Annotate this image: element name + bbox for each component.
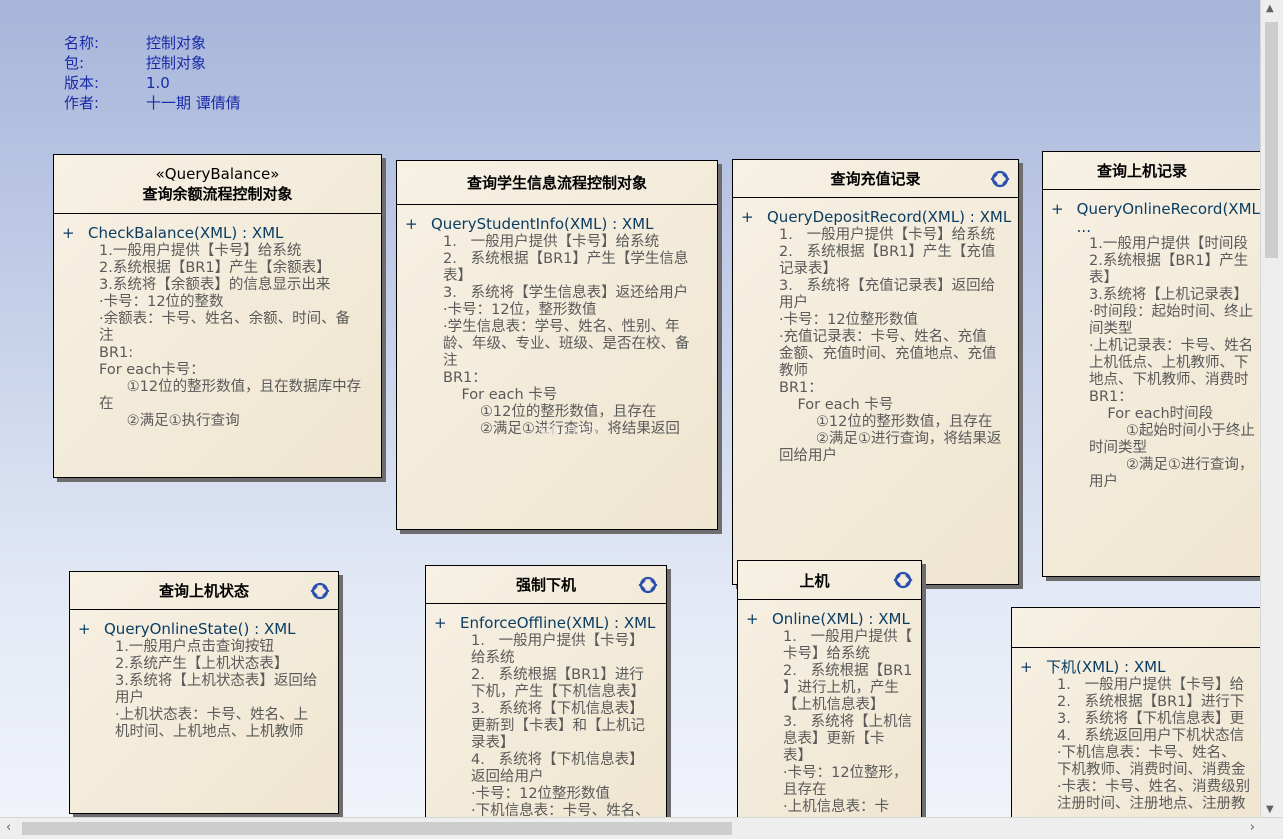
class-header: 查询充值记录: [733, 160, 1018, 198]
interface-icon: [638, 576, 658, 593]
operation-notes: 1. 一般用户提供【卡号】给系统 2. 系统根据【BR1】产生【学生信息 表】 …: [443, 233, 690, 437]
class-title: 查询学生信息流程控制对象: [466, 174, 647, 192]
visibility-marker: +: [1020, 658, 1033, 676]
visibility-marker: +: [741, 208, 754, 226]
operation[interactable]: + CheckBalance(XML) : XML: [62, 224, 381, 243]
class-query-online-record[interactable]: 查询上机记录 + QueryOnlineRecord(XML, ... 1.一般用…: [1042, 151, 1260, 577]
scroll-down-icon[interactable]: ▼: [1266, 804, 1274, 815]
operation[interactable]: + EnforceOffline(XML) : XML: [434, 614, 666, 633]
class-header: 查询上机状态: [70, 572, 338, 610]
operation[interactable]: + QueryOnlineRecord(XML, ...: [1051, 200, 1260, 236]
class-title: 查询上机状态: [158, 582, 249, 600]
property-label: 包:: [64, 54, 85, 72]
operation[interactable]: + QueryStudentInfo(XML) : XML: [405, 215, 717, 234]
class-title: 下: [1130, 617, 1260, 638]
scroll-up-icon[interactable]: ▲: [1266, 3, 1274, 14]
operation-signature: QueryOnlineRecord(XML, ...: [1076, 200, 1260, 236]
class-query-online-state[interactable]: 查询上机状态 + QueryOnlineState() : XML 1.一般用户点…: [69, 571, 339, 814]
property-package: 包: 控制对象: [64, 53, 241, 73]
operation-signature: QueryOnlineState() : XML: [104, 620, 296, 638]
class-offline[interactable]: 下 + 下机(XML) : XML 1. 一般用户提供【卡号】给 2. 系统根据【…: [1011, 607, 1260, 818]
class-body: + QueryDepositRecord(XML) : XML 1. 一般用户提供…: [733, 198, 1018, 465]
class-body: + QueryOnlineState() : XML 1.一般用户点击查询按钮 2…: [70, 610, 338, 741]
operation-notes: 1. 一般用户提供【卡号】给 2. 系统根据【BR1】进行下 3. 系统将【下机…: [1057, 676, 1251, 812]
class-body: + QueryStudentInfo(XML) : XML 1. 一般用户提供【卡…: [397, 205, 717, 438]
class-header: «QueryBalance» 查询余额流程控制对象: [54, 155, 381, 214]
class-query-student-info[interactable]: 查询学生信息流程控制对象 + QueryStudentInfo(XML) : XM…: [396, 160, 718, 530]
class-body: + 下机(XML) : XML 1. 一般用户提供【卡号】给 2. 系统根据【BR…: [1012, 648, 1260, 813]
visibility-marker: +: [1051, 200, 1064, 218]
operation[interactable]: + QueryOnlineState() : XML: [78, 620, 338, 639]
class-header: 查询上机记录: [1043, 152, 1260, 190]
class-title: 查询余额流程控制对象: [142, 184, 293, 203]
property-version: 版本: 1.0: [64, 73, 241, 93]
watermark: dn.net/: [540, 420, 601, 438]
operation[interactable]: + 下机(XML) : XML: [1020, 658, 1260, 677]
operation-signature: 下机(XML) : XML: [1046, 658, 1166, 676]
scroll-right-icon[interactable]: ›: [1250, 820, 1255, 835]
property-label: 作者:: [64, 94, 100, 112]
operation-signature: CheckBalance(XML) : XML: [88, 224, 284, 242]
operation-notes: 1.一般用户点击查询按钮 2.系统产生【上机状态表】 3.系统将【上机状态表】返…: [115, 638, 318, 740]
class-body: + CheckBalance(XML) : XML 1.一般用户提供【卡号】给系统…: [54, 214, 381, 430]
property-label: 版本:: [64, 74, 100, 92]
vertical-scrollbar[interactable]: ▲ ▼: [1260, 0, 1283, 818]
class-enforce-offline[interactable]: 强制下机 + EnforceOffline(XML) : XML 1. 一般用户提…: [425, 565, 667, 818]
class-header: 下: [1012, 608, 1260, 648]
property-value: 十一期 谭倩倩: [146, 94, 241, 112]
property-value: 控制对象: [146, 34, 207, 52]
class-query-deposit-record[interactable]: 查询充值记录 + QueryDepositRecord(XML) : XML 1.…: [732, 159, 1019, 585]
operation-notes: 1. 一般用户提供【卡号】给系统 2. 系统根据【BR1】产生【充值 记录表】 …: [779, 226, 1002, 464]
diagram-properties: 名称: 控制对象 包: 控制对象 版本: 1.0 作者: 十一期 谭倩倩: [64, 33, 241, 113]
operation-notes: 1. 一般用户提供【卡号】 给系统 2. 系统根据【BR1】进行 下机，产生【下…: [471, 632, 650, 819]
interface-icon: [310, 582, 330, 599]
operation-signature: Online(XML) : XML: [772, 610, 910, 628]
property-value: 控制对象: [146, 54, 207, 72]
operation-signature: EnforceOffline(XML) : XML: [460, 614, 656, 632]
class-query-balance[interactable]: «QueryBalance» 查询余额流程控制对象 + CheckBalance(…: [53, 154, 382, 478]
operation-signature: QueryDepositRecord(XML) : XML: [767, 208, 1012, 226]
property-author: 作者: 十一期 谭倩倩: [64, 93, 241, 113]
class-title: 查询上机记录: [1096, 162, 1187, 180]
diagram-canvas[interactable]: 名称: 控制对象 包: 控制对象 版本: 1.0 作者: 十一期 谭倩倩 «QueryB…: [0, 0, 1260, 818]
class-title: 查询充值记录: [830, 170, 921, 188]
class-online[interactable]: 上机 + Online(XML) : XML 1. 一般用户提供【 卡号】给系统 …: [737, 560, 922, 818]
class-header: 查询学生信息流程控制对象: [397, 161, 717, 205]
class-header: 上机: [738, 561, 921, 600]
operation-signature: QueryStudentInfo(XML) : XML: [431, 215, 654, 233]
property-value: 1.0: [146, 74, 170, 92]
visibility-marker: +: [746, 610, 759, 628]
visibility-marker: +: [62, 224, 75, 242]
interface-icon: [893, 571, 913, 589]
scroll-left-icon[interactable]: ‹: [6, 820, 11, 835]
operation-notes: 1. 一般用户提供【 卡号】给系统 2. 系统根据【BR1 】进行上机，产生 【…: [783, 628, 913, 815]
vertical-scroll-thumb[interactable]: [1265, 22, 1278, 258]
class-body: + Online(XML) : XML 1. 一般用户提供【 卡号】给系统 2. …: [738, 600, 921, 816]
operation[interactable]: + QueryDepositRecord(XML) : XML: [741, 208, 1018, 227]
class-body: + EnforceOffline(XML) : XML 1. 一般用户提供【卡号】…: [426, 604, 666, 818]
property-name: 名称: 控制对象: [64, 33, 241, 53]
operation-notes: 1.一般用户提供【时间段 2.系统根据【BR1】产生 表】 3.系统将【上机记录…: [1089, 236, 1255, 490]
class-header: 强制下机: [426, 566, 666, 604]
class-stereotype: «QueryBalance»: [155, 164, 280, 183]
property-label: 名称:: [64, 34, 100, 52]
horizontal-scroll-thumb[interactable]: [22, 822, 732, 835]
visibility-marker: +: [405, 215, 418, 233]
visibility-marker: +: [78, 620, 91, 638]
class-body: + QueryOnlineRecord(XML, ... 1.一般用户提供【时间段…: [1043, 190, 1260, 491]
visibility-marker: +: [434, 614, 447, 632]
class-title: 强制下机: [515, 576, 576, 594]
operation[interactable]: + Online(XML) : XML: [746, 610, 921, 629]
operation-notes: 1.一般用户提供【卡号】给系统 2.系统根据【BR1】产生【余额表】 3.系统将…: [99, 242, 362, 429]
interface-icon: [990, 170, 1010, 187]
horizontal-scrollbar[interactable]: ‹ ›: [0, 817, 1283, 839]
